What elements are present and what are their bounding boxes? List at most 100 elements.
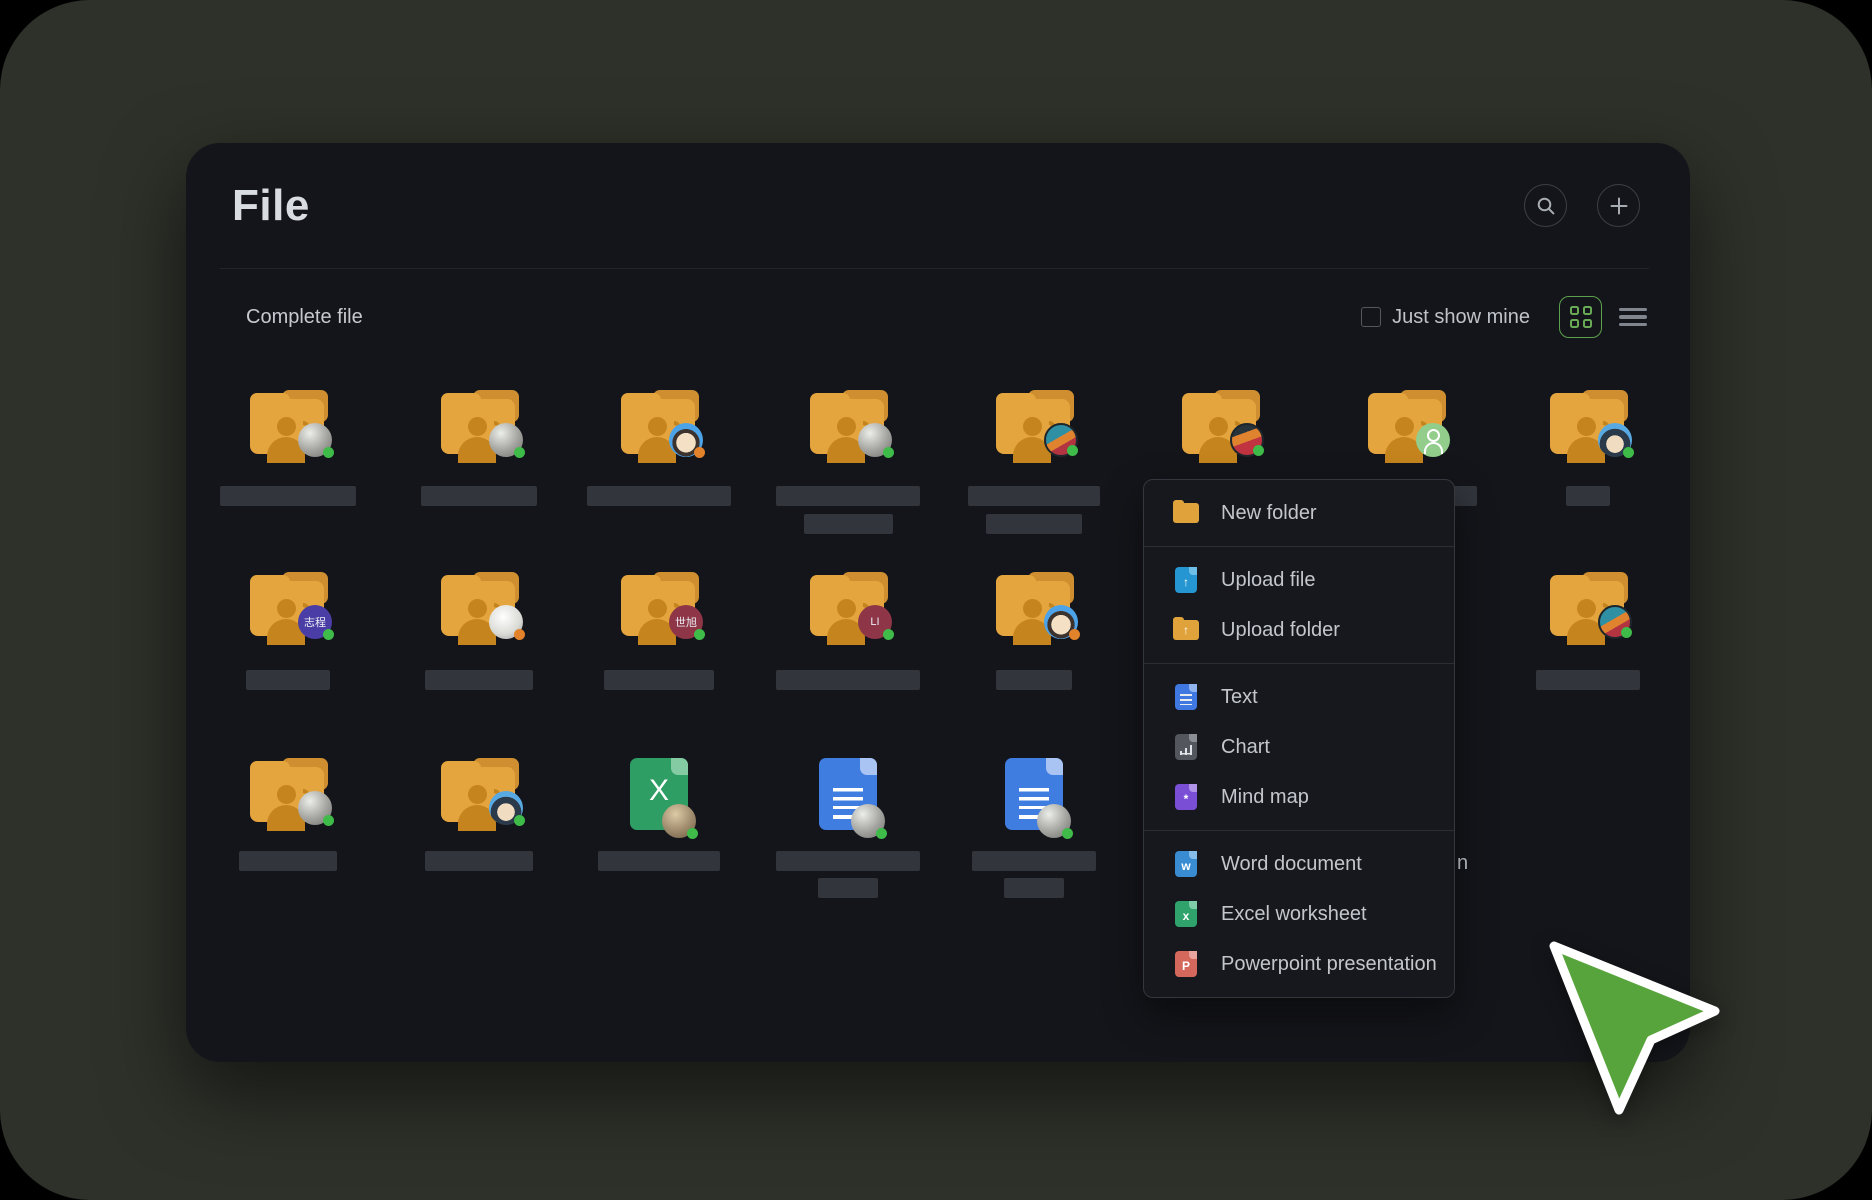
redacted-file-name — [776, 486, 920, 506]
avatar — [1598, 605, 1632, 639]
menu-item-chart[interactable]: Chart — [1144, 722, 1454, 772]
redacted-file-name — [604, 670, 714, 690]
folder-item[interactable]: 志程 — [216, 572, 360, 732]
person-silhouette — [1209, 417, 1228, 436]
person-silhouette — [1577, 417, 1596, 436]
menu-item-label: Upload folder — [1221, 619, 1340, 642]
avatar — [298, 423, 332, 457]
avatar — [489, 791, 523, 825]
person-silhouette — [837, 417, 856, 436]
menu-section: New folder — [1144, 480, 1454, 546]
redacted-file-name — [220, 486, 356, 506]
redacted-file-name — [246, 670, 330, 690]
redacted-file-name — [421, 486, 537, 506]
redacted-file-name — [598, 851, 720, 871]
menu-item-new-folder[interactable]: New folder — [1144, 488, 1454, 538]
person-silhouette — [468, 785, 487, 804]
status-dot — [1623, 447, 1634, 458]
menu-item-text[interactable]: Text — [1144, 672, 1454, 722]
redacted-file-name — [1566, 486, 1610, 506]
avatar — [489, 423, 523, 457]
folder-item[interactable] — [962, 572, 1106, 732]
folder-item[interactable] — [776, 390, 920, 550]
redacted-file-name — [587, 486, 731, 506]
upload-file-icon: ↑ — [1173, 567, 1199, 593]
cursor-arrow — [1520, 915, 1750, 1145]
person-silhouette — [468, 599, 487, 618]
file-item[interactable] — [962, 758, 1106, 918]
menu-item-upload-file[interactable]: ↑Upload file — [1144, 555, 1454, 605]
menu-item-powerpoint-presentation[interactable]: PPowerpoint presentation — [1144, 939, 1454, 989]
desktop-background: File Complete file Just show mine — [0, 0, 1872, 1200]
menu-section: Text Chart * Mind map — [1144, 664, 1454, 830]
person-silhouette — [1577, 599, 1596, 618]
person-silhouette — [277, 599, 296, 618]
avatar — [1044, 605, 1078, 639]
mind-map-icon: * — [1173, 784, 1199, 810]
status-dot — [876, 828, 887, 839]
status-dot — [883, 447, 894, 458]
upload-folder-icon: ↑ — [1173, 620, 1199, 640]
redacted-file-name — [425, 851, 533, 871]
text-icon — [1173, 684, 1199, 710]
folder-item[interactable] — [407, 572, 551, 732]
avatar — [858, 423, 892, 457]
person-silhouette — [277, 417, 296, 436]
menu-item-mind-map[interactable]: * Mind map — [1144, 772, 1454, 822]
status-dot — [1062, 828, 1073, 839]
avatar: 志程 — [298, 605, 332, 639]
redacted-file-name — [776, 670, 920, 690]
folder-item[interactable] — [407, 390, 551, 550]
avatar — [298, 791, 332, 825]
avatar — [662, 804, 696, 838]
menu-item-label: Text — [1221, 686, 1258, 709]
redacted-file-name — [972, 851, 1096, 871]
menu-section: wWord document x Excel worksheet PPowerpoin… — [1144, 831, 1454, 997]
folder-item[interactable] — [962, 390, 1106, 550]
file-item[interactable]: X — [587, 758, 731, 918]
menu-item-excel-worksheet[interactable]: x Excel worksheet — [1144, 889, 1454, 939]
folder-item[interactable]: LI — [776, 572, 920, 732]
folder-item[interactable] — [216, 758, 360, 918]
status-dot — [687, 828, 698, 839]
status-dot — [514, 629, 525, 640]
status-dot — [694, 629, 705, 640]
redacted-file-name — [818, 878, 878, 898]
folder-item[interactable]: 世旭 — [587, 572, 731, 732]
redacted-file-name — [996, 670, 1072, 690]
avatar — [1230, 423, 1264, 457]
redacted-file-name — [968, 486, 1100, 506]
status-dot — [1253, 445, 1264, 456]
redacted-file-name — [425, 670, 533, 690]
person-silhouette — [648, 417, 667, 436]
status-dot — [323, 629, 334, 640]
folder-item[interactable] — [587, 390, 731, 550]
chart-icon — [1173, 734, 1199, 760]
redacted-file-name — [1536, 670, 1640, 690]
person-silhouette — [1023, 417, 1042, 436]
person-silhouette — [277, 785, 296, 804]
file-item[interactable] — [776, 758, 920, 918]
status-dot — [514, 815, 525, 826]
redacted-file-name — [1004, 878, 1064, 898]
avatar — [669, 423, 703, 457]
menu-item-label: Powerpoint presentation — [1221, 953, 1437, 976]
folder-item[interactable] — [1516, 390, 1660, 550]
avatar — [1044, 423, 1078, 457]
menu-item-label: Mind map — [1221, 786, 1309, 809]
new-folder-icon — [1173, 503, 1199, 523]
menu-item-label: Excel worksheet — [1221, 903, 1367, 926]
excel-worksheet-icon: x — [1173, 901, 1199, 927]
redacted-file-name — [986, 514, 1082, 534]
status-dot — [514, 447, 525, 458]
menu-item-upload-folder[interactable]: ↑ Upload folder — [1144, 605, 1454, 655]
menu-item-word-document[interactable]: wWord document — [1144, 839, 1454, 889]
avatar — [851, 804, 885, 838]
hidden-label-fragment: n — [1457, 852, 1468, 875]
folder-item[interactable] — [1516, 572, 1660, 732]
folder-item[interactable] — [216, 390, 360, 550]
folder-item[interactable] — [407, 758, 551, 918]
avatar — [1598, 423, 1632, 457]
avatar — [1037, 804, 1071, 838]
avatar — [489, 605, 523, 639]
